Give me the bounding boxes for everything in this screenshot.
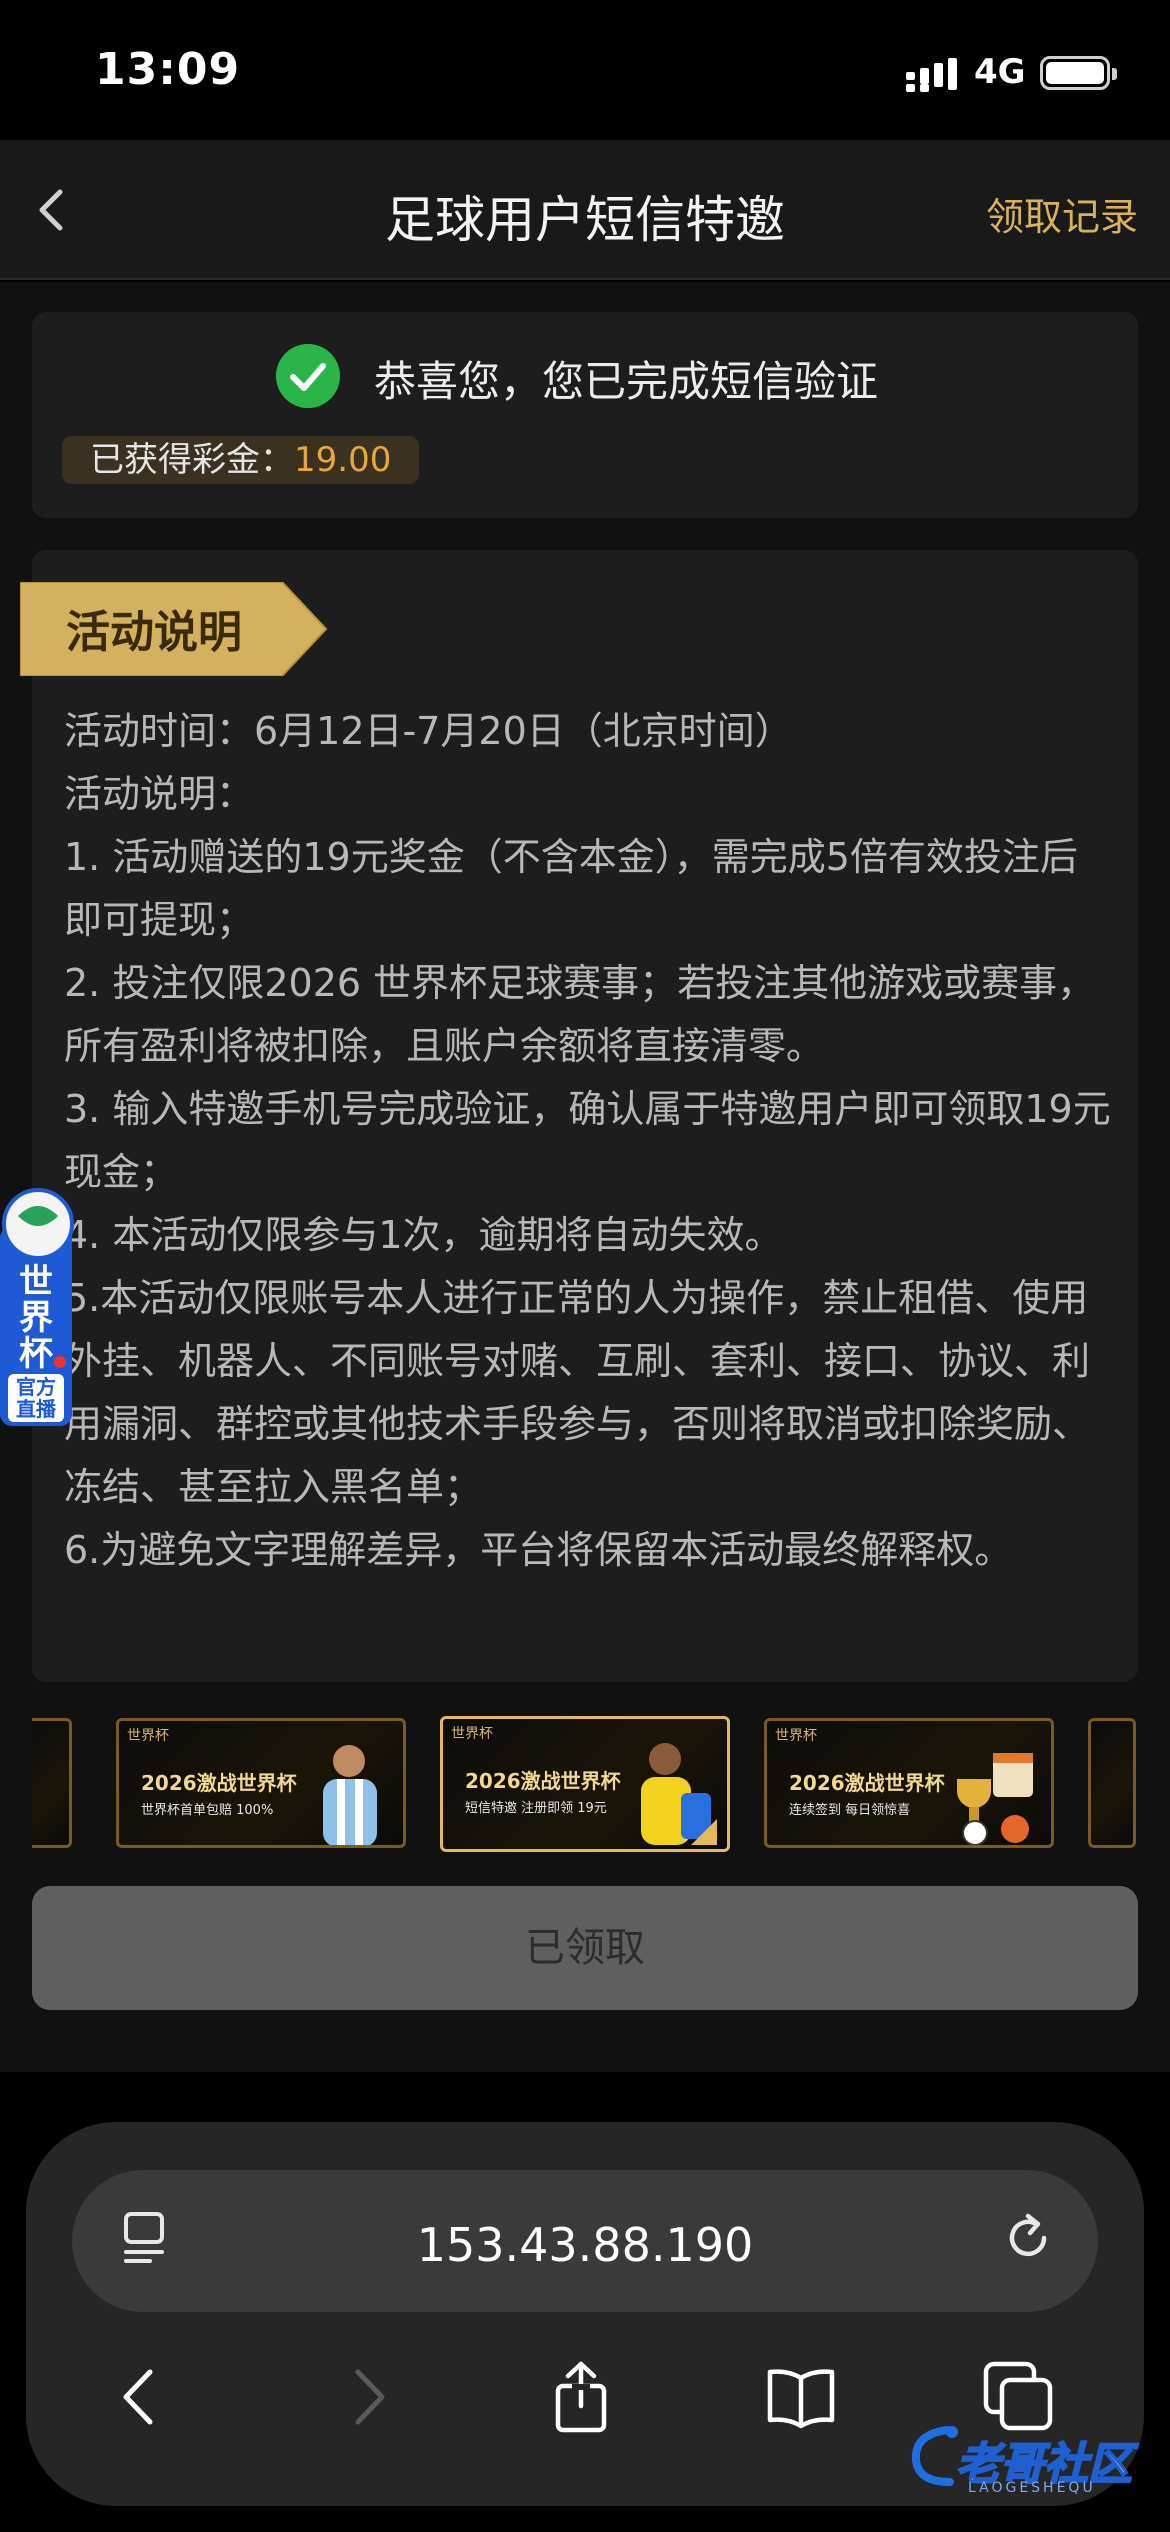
activity-line: 3. 输入特邀手机号完成验证，确认属于特邀用户即可领取19元现金； — [64, 1087, 1111, 1194]
verification-card: 恭喜您，您已完成短信验证 已获得彩金：19.00 — [32, 312, 1138, 518]
verification-message: 恭喜您，您已完成短信验证 — [374, 357, 879, 406]
banner-corner-label: 世界杯 — [775, 1728, 817, 1744]
trophy-calendar-icon — [957, 1753, 1033, 1845]
badge-subtitle: 官方直播 — [16, 1375, 56, 1421]
activity-line: 4. 本活动仅限参与1次，逾期将自动失效。 — [64, 1213, 783, 1257]
bonus-amount: 19.00 — [294, 440, 392, 480]
banner-subtitle: 连续签到 每日领惊喜 — [789, 1803, 911, 1818]
banner-slide[interactable]: 世界杯 2026激战世界杯 连续签到 每日领惊喜 — [764, 1718, 1054, 1848]
activity-line: 1. 活动赠送的19元奖金（不含本金），需完成5倍有效投注后即可提现； — [64, 835, 1078, 942]
address-bar[interactable]: 153.43.88.190 — [72, 2170, 1098, 2312]
banner-title: 2026激战世界杯 — [789, 1771, 945, 1795]
banner-carousel[interactable]: 世界杯 2026激战世界杯 世界杯首单包赔 100% 世界杯 2026激战世界杯… — [32, 1712, 1138, 1854]
status-bar: 13:09 4G — [0, 0, 1170, 140]
section-tag-label: 活动说明 — [66, 607, 242, 658]
banner-subtitle: 短信特邀 注册即领 19元 — [465, 1801, 607, 1816]
battery-icon — [1040, 56, 1117, 90]
bonus-label: 已获得彩金： — [90, 440, 294, 480]
reload-icon[interactable] — [998, 2208, 1058, 2268]
cellular-signal-icon — [906, 58, 957, 92]
banner-slide-active[interactable]: 世界杯 2026激战世界杯 短信特邀 注册即领 19元 — [440, 1716, 730, 1852]
check-circle-icon — [276, 344, 340, 408]
activity-line: 5.本活动仅限账号本人进行正常的人为操作，禁止租借、使用外挂、机器人、不同账号对… — [64, 1276, 1091, 1509]
world-cup-live-badge[interactable]: 世界杯 官方直播 — [0, 1186, 78, 1432]
status-time: 13:09 — [95, 44, 241, 95]
activity-text: 活动时间：6月12日-7月20日（北京时间） 活动说明： 1. 活动赠送的19元… — [64, 700, 1114, 1582]
player-illustration-icon — [641, 1743, 717, 1845]
banner-slide-partial[interactable] — [32, 1718, 72, 1848]
browser-back-icon[interactable] — [104, 2360, 178, 2434]
url-text: 153.43.88.190 — [416, 2218, 754, 2272]
share-icon[interactable] — [544, 2360, 618, 2434]
site-watermark: 老哥社区 LAOGESHEQU — [908, 2420, 1158, 2500]
banner-slide-partial[interactable] — [1088, 1718, 1136, 1848]
activity-line: 活动时间：6月12日-7月20日（北京时间） — [64, 709, 793, 753]
section-tag: 活动说明 — [19, 581, 330, 677]
activity-line: 2. 投注仅限2026 世界杯足球赛事；若投注其他游戏或赛事，所有盈利将被扣除，… — [64, 961, 1096, 1068]
banner-corner-label: 世界杯 — [127, 1728, 169, 1744]
banner-slide[interactable]: 世界杯 2026激战世界杯 世界杯首单包赔 100% — [116, 1718, 406, 1848]
activity-line: 6.为避免文字理解差异，平台将保留本活动最终解释权。 — [64, 1528, 1013, 1572]
banner-title: 2026激战世界杯 — [141, 1771, 297, 1795]
banner-corner-label: 世界杯 — [451, 1726, 493, 1742]
banner-subtitle: 世界杯首单包赔 100% — [141, 1803, 274, 1818]
banner-title: 2026激战世界杯 — [465, 1769, 621, 1793]
badge-title: 世界杯 — [19, 1262, 53, 1374]
player-illustration-icon — [323, 1745, 377, 1845]
claim-record-link[interactable]: 领取记录 — [986, 186, 1138, 241]
claimed-button[interactable]: 已领取 — [32, 1886, 1138, 2010]
activity-description-card: 活动说明 活动时间：6月12日-7月20日（北京时间） 活动说明： 1. 活动赠… — [19, 550, 1138, 1682]
browser-forward-icon[interactable] — [330, 2360, 404, 2434]
bonus-badge: 已获得彩金：19.00 — [62, 436, 420, 484]
bookmarks-icon[interactable] — [764, 2360, 838, 2434]
network-type: 4G — [974, 52, 1026, 92]
activity-line: 活动说明： — [64, 772, 255, 816]
nav-bar: 足球用户短信特邀 领取记录 — [0, 140, 1170, 280]
watermark-subtitle: LAOGESHEQU — [968, 2480, 1096, 2496]
